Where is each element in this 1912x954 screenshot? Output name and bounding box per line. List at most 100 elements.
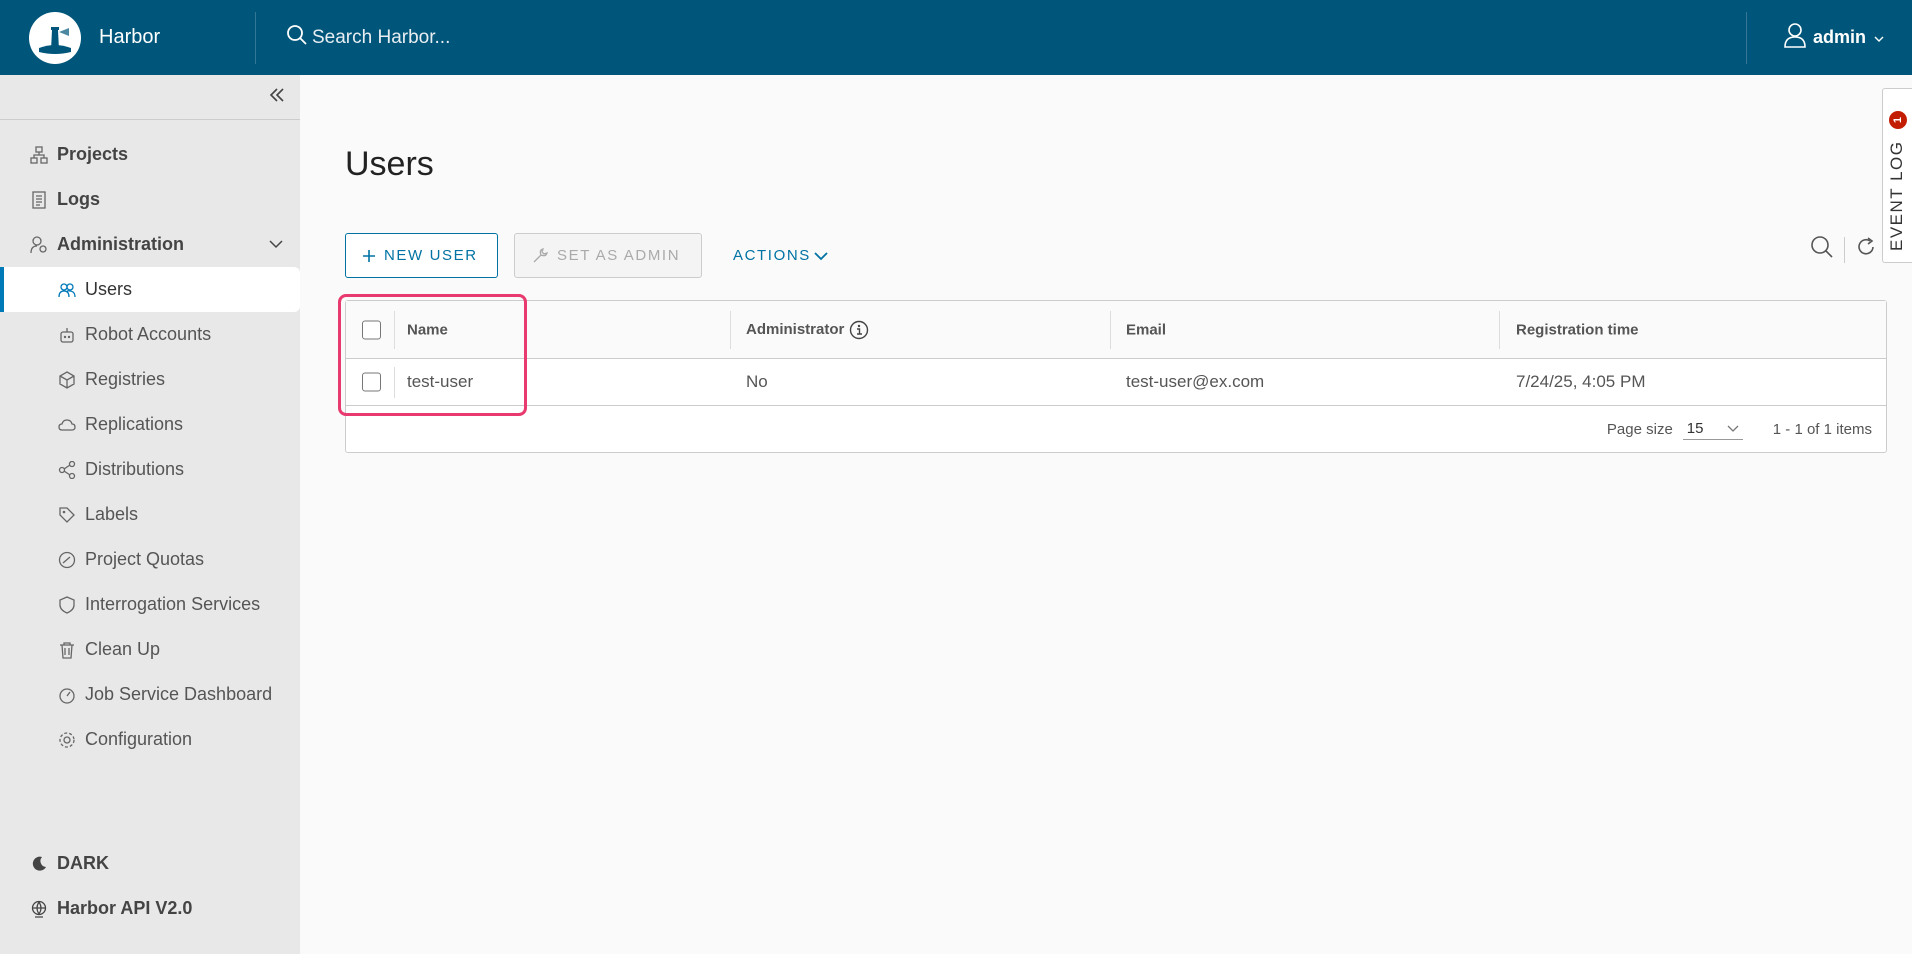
users-datagrid: Name Administrator Email Registration ti… xyxy=(345,300,1887,453)
table-row[interactable]: test-user No test-user@ex.com 7/24/25, 4… xyxy=(346,359,1886,406)
toolbar: NEW USER SET AS ADMIN ACTIONS xyxy=(345,233,844,278)
page-size-label: Page size xyxy=(1606,420,1673,438)
info-icon[interactable] xyxy=(849,320,869,340)
theme-label: DARK xyxy=(57,853,109,873)
projects-icon xyxy=(30,145,48,164)
sidebar-item-users[interactable]: Users xyxy=(0,267,300,312)
api-label: Harbor API V2.0 xyxy=(57,898,193,918)
sidebar-bottom: DARK Harbor API V2.0 xyxy=(0,841,300,931)
sidebar-item-label: Configuration xyxy=(85,729,193,749)
brand[interactable]: Harbor xyxy=(0,0,255,75)
highlight-annotation xyxy=(338,294,527,416)
sidebar-item-label: Clean Up xyxy=(85,639,161,659)
theme-toggle[interactable]: DARK xyxy=(0,841,300,886)
sidebar-item-distributions[interactable]: Distributions xyxy=(0,447,300,492)
page-size-value: 15 xyxy=(1686,420,1704,437)
collapse-sidebar-icon[interactable] xyxy=(268,86,286,109)
refresh-icon[interactable] xyxy=(1855,236,1877,263)
sidebar-item-project-quotas[interactable]: Project Quotas xyxy=(0,537,300,582)
gauge-icon xyxy=(58,551,76,569)
event-log-badge: 1 xyxy=(1889,111,1907,129)
cell-administrator: No xyxy=(746,372,768,391)
registries-icon xyxy=(58,370,76,389)
sidebar-item-administration[interactable]: Administration xyxy=(0,222,300,267)
event-log-label: EVENT LOG xyxy=(1887,140,1906,252)
sidebar-item-registries[interactable]: Registries xyxy=(0,357,300,402)
column-header-email[interactable]: Email xyxy=(1126,321,1166,338)
harbor-logo-icon xyxy=(29,11,81,64)
user-icon xyxy=(1783,22,1807,53)
search-icon[interactable] xyxy=(1810,235,1834,264)
shield-icon xyxy=(58,595,76,614)
cell-registration-time: 7/24/25, 4:05 PM xyxy=(1516,372,1646,391)
sidebar-item-interrogation-services[interactable]: Interrogation Services xyxy=(0,582,300,627)
sidebar-item-job-service-dashboard[interactable]: Job Service Dashboard xyxy=(0,672,300,717)
cell-email: test-user@ex.com xyxy=(1126,372,1265,391)
top-header: Harbor admin xyxy=(0,0,1912,75)
sidebar-item-robot-accounts[interactable]: Robot Accounts xyxy=(0,312,300,357)
table-footer: Page size 15 1 - 1 of 1 items xyxy=(346,406,1886,452)
sidebar-item-replications[interactable]: Replications xyxy=(0,402,300,447)
column-header-administrator[interactable]: Administrator xyxy=(746,320,869,340)
sidebar-item-configuration[interactable]: Configuration xyxy=(0,717,300,762)
sidebar-item-label: Replications xyxy=(85,414,184,434)
harbor-api-link[interactable]: Harbor API V2.0 xyxy=(0,886,300,931)
page-title: Users xyxy=(345,145,434,183)
sidebar-item-projects[interactable]: Projects xyxy=(0,132,300,177)
chevron-down-icon xyxy=(1727,425,1739,433)
event-log-tab[interactable]: 1 EVENT LOG xyxy=(1882,88,1912,263)
sidebar-item-label: Interrogation Services xyxy=(85,594,261,614)
sidebar-item-labels[interactable]: Labels xyxy=(0,492,300,537)
tool-divider xyxy=(1844,236,1845,263)
chevron-down-icon xyxy=(268,236,284,257)
moon-icon xyxy=(30,855,48,873)
trash-icon xyxy=(58,641,76,659)
sidebar-item-label: Project Quotas xyxy=(85,549,205,569)
column-header-registration-time[interactable]: Registration time xyxy=(1516,321,1639,338)
set-as-admin-label: SET AS ADMIN xyxy=(557,247,681,264)
sidebar-item-label: Job Service Dashboard xyxy=(85,684,273,704)
wrench-icon xyxy=(531,247,549,265)
sidebar: Projects Logs Administration Users Robot… xyxy=(0,75,300,954)
replications-icon xyxy=(58,416,76,434)
grid-tools xyxy=(1810,235,1877,264)
actions-dropdown[interactable]: ACTIONS xyxy=(717,233,844,278)
users-icon xyxy=(58,281,76,299)
sidebar-item-logs[interactable]: Logs xyxy=(0,177,300,222)
item-count: 1 - 1 of 1 items xyxy=(1772,420,1872,438)
brand-name: Harbor xyxy=(99,26,161,48)
search-input[interactable] xyxy=(312,26,812,49)
search-icon xyxy=(286,24,308,51)
sidebar-item-label: Distributions xyxy=(85,459,185,479)
set-as-admin-button[interactable]: SET AS ADMIN xyxy=(514,233,702,278)
column-divider[interactable] xyxy=(1110,311,1111,349)
sidebar-item-label: Labels xyxy=(85,504,139,524)
table-header: Name Administrator Email Registration ti… xyxy=(346,301,1886,359)
global-search[interactable] xyxy=(286,0,1746,75)
sidebar-item-clean-up[interactable]: Clean Up xyxy=(0,627,300,672)
header-divider xyxy=(255,11,256,64)
administration-icon xyxy=(30,235,48,254)
sidebar-item-label: Administration xyxy=(57,234,185,254)
actions-label: ACTIONS xyxy=(733,247,811,264)
new-user-button[interactable]: NEW USER xyxy=(345,233,498,278)
sidebar-item-label: Logs xyxy=(57,189,100,209)
user-menu[interactable]: admin xyxy=(1745,11,1912,64)
api-icon xyxy=(30,900,48,918)
main-content: Users NEW USER SET AS ADMIN ACTIONS Name… xyxy=(300,75,1912,954)
sidebar-item-label: Projects xyxy=(57,144,129,164)
administrator-header-label: Administrator xyxy=(746,321,845,338)
robot-icon xyxy=(58,326,76,344)
sidebar-item-label: Registries xyxy=(85,369,166,389)
dashboard-icon xyxy=(58,686,76,704)
page-size-select[interactable]: 15 xyxy=(1682,418,1743,440)
sidebar-nav: Projects Logs Administration Users Robot… xyxy=(0,120,300,762)
chevron-down-icon xyxy=(1874,27,1884,48)
column-divider[interactable] xyxy=(1499,311,1500,349)
tag-icon xyxy=(58,506,76,524)
user-name: admin xyxy=(1812,27,1866,47)
column-divider[interactable] xyxy=(730,311,731,349)
new-user-label: NEW USER xyxy=(384,247,478,264)
logs-icon xyxy=(30,190,48,209)
sidebar-item-label: Robot Accounts xyxy=(85,324,212,344)
